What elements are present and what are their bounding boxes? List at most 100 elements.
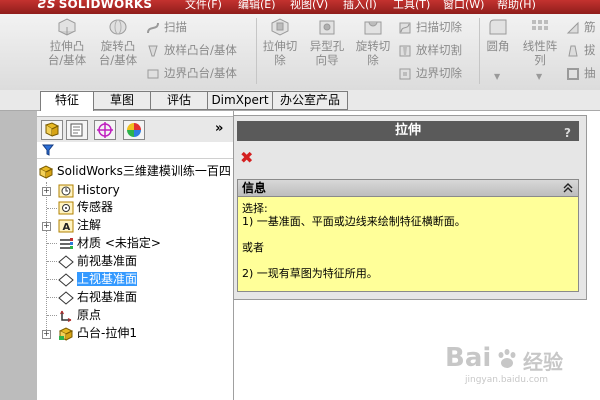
tree-item-right-plane[interactable]: 右视基准面 [58,289,137,306]
pane-toolbar: » [37,116,233,144]
hole-wizard-button[interactable]: 异型孔 向导 [306,16,348,67]
menu-insert[interactable]: 插入(I) [343,0,377,12]
revolve-boss-button[interactable]: 旋转凸 台/基体 [96,16,140,67]
expand-annotations-icon[interactable]: + [42,222,51,231]
tab-office-products[interactable]: 办公室产品 [272,91,348,110]
loft-button[interactable]: 放样凸台/基体 [146,41,237,59]
collapse-up-icon[interactable] [563,183,573,193]
rib-button[interactable]: 筋 [566,18,596,36]
crosshair-icon [97,122,113,138]
sweep-button[interactable]: 扫描 [146,18,187,36]
menu-edit[interactable]: 编辑(E) [238,0,276,12]
tree-root[interactable]: SolidWorks三维建模训练一百四 [38,163,231,180]
boundary-boss-icon [147,69,159,78]
extrude-title: 拉伸 [394,123,421,138]
shell-button[interactable]: 抽 [566,64,596,82]
tree-item-history[interactable]: History [58,182,120,199]
linear-pattern-label-2: 列 [534,53,546,67]
expand-boss-extrude-icon[interactable]: + [42,330,51,339]
paw-icon [498,349,516,368]
fillet-dropdown-icon[interactable]: ▼ [494,72,500,81]
tree-guide-line [46,182,47,332]
revolve-boss-label-2: 台/基体 [98,53,138,67]
tree-item-top-plane[interactable]: 上视基准面 [58,271,138,288]
draft-button[interactable]: 拔 [566,41,596,59]
menu-help[interactable]: 帮助(H) [497,0,536,12]
revolve-boss-icon [109,19,127,35]
tab-dimxpert[interactable]: DimXpert [207,91,273,110]
shell-icon [567,67,579,80]
boss-extrude-icon [58,326,74,341]
help-icon[interactable]: ? [564,123,571,143]
tree-connector [47,208,57,209]
revolve-boss-label-1: 旋转凸 [100,39,136,53]
draft-icon [568,45,578,56]
tree-item-boss-extrude[interactable]: 凸台-拉伸1 [58,325,137,342]
sensors-icon [58,201,74,214]
revolve-cut-button[interactable]: 旋转切除 [352,16,394,67]
watermark-text: Bai [445,343,492,373]
plane-icon [58,272,74,287]
menu-file[interactable]: 文件(F) [185,0,222,12]
extrude-boss-icon [57,18,77,36]
linear-pattern-dropdown-icon[interactable]: ▼ [536,72,542,81]
sweep-cut-button[interactable]: 扫描切除 [398,18,462,36]
loft-cut-icon [399,45,411,56]
display-manager-tab-button[interactable] [123,120,145,140]
configuration-manager-tab-button[interactable] [94,120,116,140]
info-header[interactable]: 信息 [238,180,578,197]
revolve-cut-icon [364,21,382,35]
title-bar: ƧS SOLIDWORKS 文件(F) 编辑(E) 视图(V) 插入(I) 工具(… [0,0,600,14]
tab-sketch[interactable]: 草图 [93,91,151,110]
info-line-option1: 1) 一基准面、平面或边线来绘制特征横断面。 [242,215,466,228]
tab-features[interactable]: 特征 [40,91,94,112]
linear-pattern-icon [532,20,548,30]
tab-evaluate[interactable]: 评估 [150,91,208,110]
extrude-boss-button[interactable]: 拉伸凸 台/基体 [45,16,89,67]
watermark-url: jingyan.baidu.com [465,375,549,385]
svg-text:A: A [63,222,71,233]
sweep-cut-icon [399,22,411,33]
collapse-pane-icon[interactable]: » [215,121,223,136]
extrude-cut-button[interactable]: 拉伸切除 [259,16,301,67]
property-manager-tab-button[interactable] [66,120,88,140]
menu-window[interactable]: 窗口(W) [443,0,484,12]
feature-manager-tab-button[interactable] [41,120,63,140]
cancel-icon[interactable]: ✖ [240,148,253,167]
loft-icon [148,45,158,56]
rib-icon [566,21,579,33]
history-icon [58,184,74,197]
menu-tools[interactable]: 工具(T) [393,0,430,12]
tree-item-origin[interactable]: 原点 [58,307,101,324]
tree-item-front-plane[interactable]: 前视基准面 [58,253,137,270]
linear-pattern-button[interactable]: 线性阵列 [518,16,562,67]
info-panel: 信息 选择: 1) 一基准面、平面或边线来绘制特征横断面。 或者 2) 一现有草… [237,179,579,292]
plane-icon [58,254,74,269]
linear-pattern-label-1: 线性阵 [522,39,558,53]
expand-history-icon[interactable]: + [42,187,51,196]
tree-item-material[interactable]: 材质 <未指定> [58,235,161,252]
material-icon [60,237,73,249]
filter-row [37,142,233,159]
tree-connector [47,297,57,298]
ribbon-separator [256,18,257,84]
tree-item-annotations[interactable]: A 注解 [58,217,101,234]
extrude-boss-label-2: 台/基体 [47,53,87,67]
menu-view[interactable]: 视图(V) [290,0,328,12]
revolve-cut-label-1: 旋转切 [355,39,391,53]
tree-connector [47,243,57,244]
loft-cut-button[interactable]: 放样切割 [398,41,462,59]
fillet-button[interactable]: 圆角 [482,16,514,53]
boundary-cut-button[interactable]: 边界切除 [398,64,462,82]
command-manager-ribbon: 拉伸凸 台/基体 旋转凸 台/基体 扫描 放样凸台/基体 边界凸台/基体 拉伸切除 … [0,14,600,91]
tree-item-sensors[interactable]: 传感器 [58,199,113,216]
command-tabs: 特征 草图 评估 DimXpert 办公室产品 [0,90,600,112]
ribbon-separator [479,18,480,84]
part-icon [38,164,54,179]
boundary-boss-button[interactable]: 边界凸台/基体 [146,64,237,82]
info-line-or: 或者 [242,241,264,254]
plane-icon [58,290,74,305]
filter-icon[interactable] [42,144,54,156]
annotations-icon: A [58,219,74,233]
info-line-select: 选择: [242,202,268,215]
